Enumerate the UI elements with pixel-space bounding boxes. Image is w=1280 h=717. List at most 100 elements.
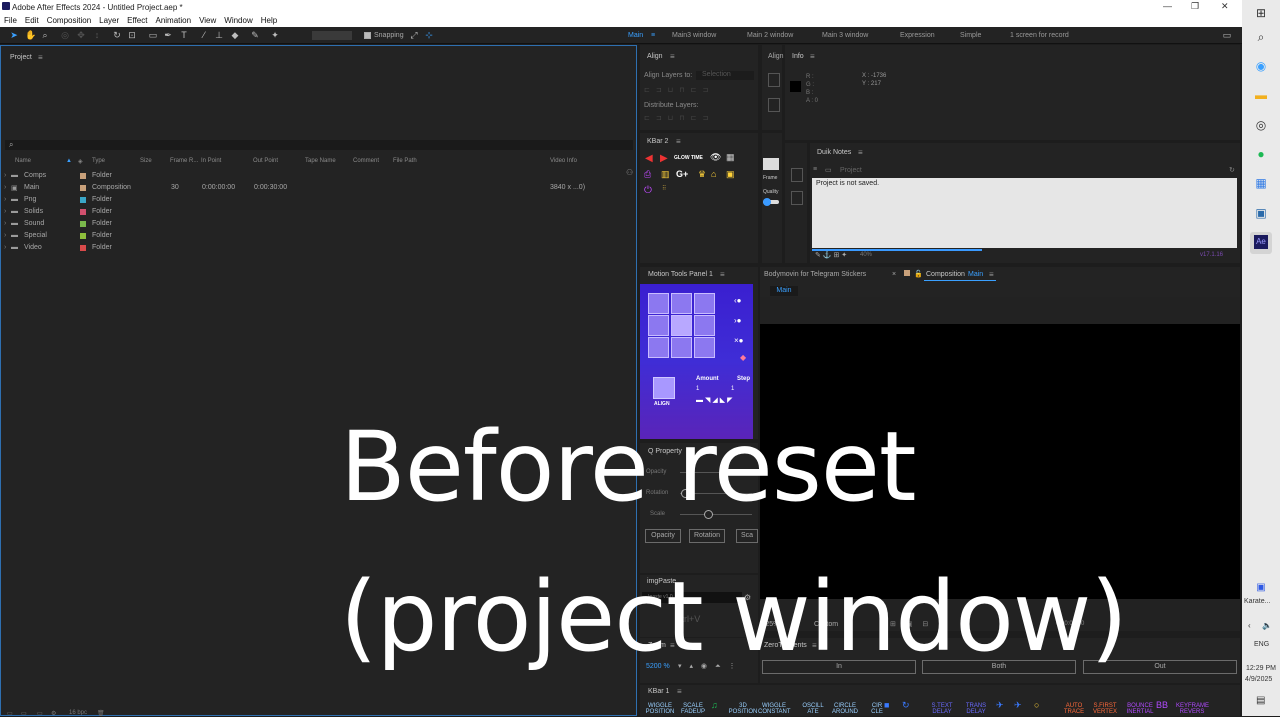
- eraser-tool-icon[interactable]: ◆: [230, 30, 240, 40]
- notifications-icon[interactable]: ▤: [1256, 695, 1265, 706]
- circle-icon[interactable]: ○: [1034, 701, 1039, 710]
- expand-arrow-icon[interactable]: ›: [4, 184, 6, 191]
- zoom-value[interactable]: 5200 %: [646, 663, 670, 670]
- kbar1-button[interactable]: SCALE FADEUP: [677, 703, 709, 715]
- duik-list-icon[interactable]: ≡: [813, 166, 817, 173]
- close-small-icon[interactable]: ×●: [734, 336, 744, 345]
- kbar1-button[interactable]: AUTO TRACE: [1058, 703, 1090, 715]
- expand-arrow-icon[interactable]: ›: [4, 172, 6, 179]
- anchor-cell[interactable]: [694, 337, 715, 358]
- info-panel-title[interactable]: Info: [792, 53, 804, 60]
- chrome-icon[interactable]: ◉: [1252, 57, 1270, 75]
- pen-tool-icon[interactable]: ✒: [163, 30, 173, 40]
- workspace-main3[interactable]: Main3 window: [672, 32, 716, 39]
- print-icon[interactable]: ⎙: [644, 169, 651, 180]
- workspace-overflow-icon[interactable]: ▭: [1222, 30, 1232, 40]
- workspace-record[interactable]: 1 screen for record: [1010, 32, 1069, 39]
- quality-slider-handle[interactable]: [763, 198, 771, 206]
- 3d-axis-mode-toggle[interactable]: [312, 31, 352, 40]
- comp-breadcrumb-main[interactable]: Main: [770, 286, 798, 296]
- tray-chevron-icon[interactable]: ‹: [1248, 621, 1251, 630]
- kbar2-menu-icon[interactable]: ≡: [676, 137, 681, 146]
- distribute-icons[interactable]: ▬◥◢◣◤: [696, 396, 735, 404]
- expand-arrow-icon[interactable]: ›: [4, 232, 6, 239]
- plane2-icon[interactable]: ✈: [1014, 701, 1022, 710]
- amount-value[interactable]: 1: [696, 386, 699, 392]
- start-icon[interactable]: ⊞: [1252, 4, 1270, 22]
- duik-notes-textarea[interactable]: Project is not saved.: [812, 178, 1237, 248]
- align-button[interactable]: [653, 377, 675, 399]
- arrow-left-small-icon[interactable]: ‹●: [734, 296, 742, 305]
- scale-slider-handle[interactable]: [704, 510, 713, 519]
- type-tool-icon[interactable]: T: [179, 30, 189, 40]
- composition-viewer[interactable]: (25%) Custom ⊞ ▣ ⊟ 0:00:00:00: [760, 297, 1240, 631]
- kbar1-button[interactable]: S.FIRST VERTEX: [1089, 703, 1121, 715]
- duik-refresh-icon[interactable]: ↻: [1229, 166, 1235, 174]
- narrow-panel-a-title[interactable]: Align: [768, 53, 784, 60]
- bag-icon[interactable]: ⌂: [711, 169, 716, 179]
- align-to-dropdown[interactable]: Selection: [696, 71, 754, 80]
- workspace-menu-icon[interactable]: ≡: [651, 32, 655, 39]
- resolution-dropdown[interactable]: Custom: [814, 621, 838, 628]
- imgpaste-settings-icon[interactable]: ⚙: [744, 593, 751, 602]
- menu-layer[interactable]: Layer: [95, 14, 123, 27]
- obs-icon[interactable]: ◎: [1252, 116, 1270, 134]
- menu-edit[interactable]: Edit: [21, 14, 43, 27]
- snap-edges-icon[interactable]: ⤢: [409, 30, 419, 40]
- zerotangents-out-button[interactable]: Out: [1083, 660, 1237, 674]
- dolly-tool-icon[interactable]: ↕: [92, 30, 102, 40]
- current-time[interactable]: 0:00:00:00: [1056, 621, 1084, 627]
- col-video-info[interactable]: Video Info: [550, 158, 577, 164]
- project-item-row[interactable]: › ▬ Solids Folder: [3, 206, 633, 218]
- menu-window[interactable]: Window: [220, 14, 256, 27]
- narrow-panel-a-button[interactable]: [768, 98, 780, 112]
- zerotangents-both-button[interactable]: Both: [922, 660, 1076, 674]
- menu-animation[interactable]: Animation: [151, 14, 195, 27]
- col-type[interactable]: Type: [92, 158, 105, 164]
- loop-icon[interactable]: ↻: [902, 701, 910, 710]
- glow-time-button[interactable]: GLOW TIME: [674, 155, 703, 161]
- narrow-panel-c-button-1[interactable]: [791, 168, 803, 182]
- kbar1-button[interactable]: 3D POSITION: [727, 703, 759, 715]
- grid-icon[interactable]: ▣: [726, 169, 735, 180]
- kbar1-button[interactable]: WIGGLE POSITION: [644, 703, 676, 715]
- bodymovin-tab[interactable]: Bodymovin for Telegram Stickers: [764, 271, 866, 278]
- pan-tool-icon[interactable]: ✥: [76, 30, 86, 40]
- minimize-button[interactable]: —: [1163, 1, 1172, 11]
- brush-tool-icon[interactable]: ⁄: [199, 30, 209, 40]
- kbar1-button[interactable]: KEYFRAME REVERS: [1176, 703, 1209, 715]
- barcode-icon[interactable]: ▥: [661, 169, 670, 180]
- distribute-buttons-row[interactable]: ⊏⊐⊔⊓⊏⊐: [644, 114, 756, 122]
- kbar2-title[interactable]: KBar 2: [647, 138, 668, 145]
- kbar1-title[interactable]: KBar 1: [648, 688, 669, 695]
- expand-arrow-icon[interactable]: ›: [4, 208, 6, 215]
- duik-notes-menu-icon[interactable]: ≡: [858, 148, 863, 157]
- project-item-row[interactable]: › ▣ Main Composition 30 0:00:00:00 0:00:30:00 3…: [3, 182, 633, 194]
- close-button[interactable]: ✕: [1221, 1, 1229, 12]
- anchor-cell[interactable]: [671, 337, 692, 358]
- menu-view[interactable]: View: [195, 14, 220, 27]
- anchor-tool-icon[interactable]: ⊡: [127, 30, 137, 40]
- spotify-icon[interactable]: ●: [1252, 145, 1270, 163]
- col-size[interactable]: Size: [140, 158, 152, 164]
- crown-icon[interactable]: ♛: [698, 169, 706, 180]
- bpc-label[interactable]: 16 bpc: [69, 710, 87, 716]
- duik-notes-title[interactable]: Duik Notes: [817, 149, 851, 156]
- kbar1-button[interactable]: TRANS DELAY: [960, 703, 992, 715]
- karate-app-icon[interactable]: ▣: [1252, 579, 1270, 597]
- kbar1-button[interactable]: S.TEXT DELAY: [926, 703, 958, 715]
- kbar1-menu-icon[interactable]: ≡: [677, 687, 682, 696]
- expand-arrow-icon[interactable]: ›: [4, 244, 6, 251]
- anchor-grid[interactable]: [648, 293, 716, 358]
- zerotangents-in-button[interactable]: In: [762, 660, 916, 674]
- plane-icon[interactable]: ✈: [996, 701, 1004, 710]
- window-app-icon[interactable]: ▣: [1252, 204, 1270, 222]
- diamond-icon[interactable]: ◆: [740, 353, 746, 362]
- orbit-tool-icon[interactable]: ◎: [60, 30, 70, 40]
- project-search-field[interactable]: ⌕: [5, 140, 633, 150]
- clock-time[interactable]: 12:29 PM: [1246, 665, 1276, 672]
- arrow-right-icon[interactable]: ▶: [660, 153, 668, 164]
- anchor-cell[interactable]: [671, 293, 692, 314]
- anchor-cell-center[interactable]: [671, 315, 692, 336]
- gplus-icon[interactable]: G+: [676, 169, 688, 179]
